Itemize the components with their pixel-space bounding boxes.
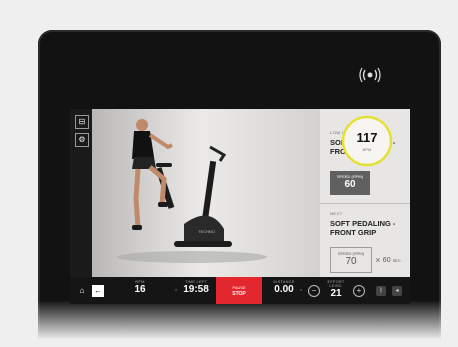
distance-value: 0.00	[274, 284, 294, 295]
next-exercise-title: SOFT PEDALING - FRONT GRIP	[330, 219, 396, 237]
instructor-video: TECHNO	[92, 109, 320, 277]
next-duration: ⨯ 60 SEC	[375, 256, 401, 264]
left-sidebar: ⊟ ⚙	[70, 109, 92, 277]
effort-level-value: 21	[330, 288, 342, 299]
effort-level-stat: EFFORT LEVEL 21	[321, 280, 351, 299]
next-label: NEXT	[330, 211, 343, 216]
next-rpm-box: SPEED (RPM) 70	[330, 247, 372, 273]
time-adjust-icon[interactable]: ⌃	[174, 289, 178, 295]
bluetooth-icon[interactable]: ᛒ	[376, 286, 386, 296]
heart-rate-value: 117	[356, 130, 378, 145]
pause-stop-button[interactable]: PAUSE STOP	[216, 277, 262, 304]
effort-minus-button[interactable]: −	[308, 285, 320, 297]
next-duration-unit: SEC	[392, 258, 401, 263]
wireless-signal-icon	[359, 67, 381, 83]
next-rpm-value: 70	[345, 256, 357, 267]
home-icon[interactable]: ⌂	[76, 285, 88, 297]
effort-plus-button[interactable]: +	[353, 285, 365, 297]
effort-level-label: EFFORT LEVEL	[327, 280, 345, 288]
heart-rate-unit: BPM	[362, 147, 372, 152]
rpm-stat: RPM 16	[128, 280, 152, 295]
distance-adjust-icon[interactable]: ⌃	[299, 289, 303, 295]
settings-icon[interactable]: ⚙	[75, 133, 89, 147]
video-toggle-icon[interactable]: ⊟	[75, 115, 89, 129]
back-arrow-icon[interactable]: ←	[92, 285, 104, 297]
time-left-stat: TIME LEFT 19:58	[180, 280, 212, 295]
exercise-bike-image: TECHNO	[117, 119, 267, 263]
panel-divider	[320, 203, 410, 204]
volume-icon[interactable]: ◂	[392, 286, 402, 296]
time-left-value: 19:58	[183, 284, 209, 295]
target-rpm-box: SPEED (RPM) 60	[330, 171, 370, 195]
bottom-control-bar: ⌂ ← RPM 16 ⌃ TIME LEFT 19:58 PAUSE STOP …	[70, 277, 410, 304]
next-duration-value: ⨯ 60	[375, 257, 391, 264]
rpm-stat-value: 16	[134, 284, 146, 295]
distance-stat: DISTANCE 0.00	[270, 280, 298, 295]
svg-text:TECHNO: TECHNO	[198, 229, 215, 234]
stop-label: STOP	[232, 291, 246, 297]
display-screen: ⊟ ⚙ TECHNO LOW INTENSITY SOFT PEDALING	[70, 109, 410, 304]
target-rpm-value: 60	[344, 179, 356, 190]
